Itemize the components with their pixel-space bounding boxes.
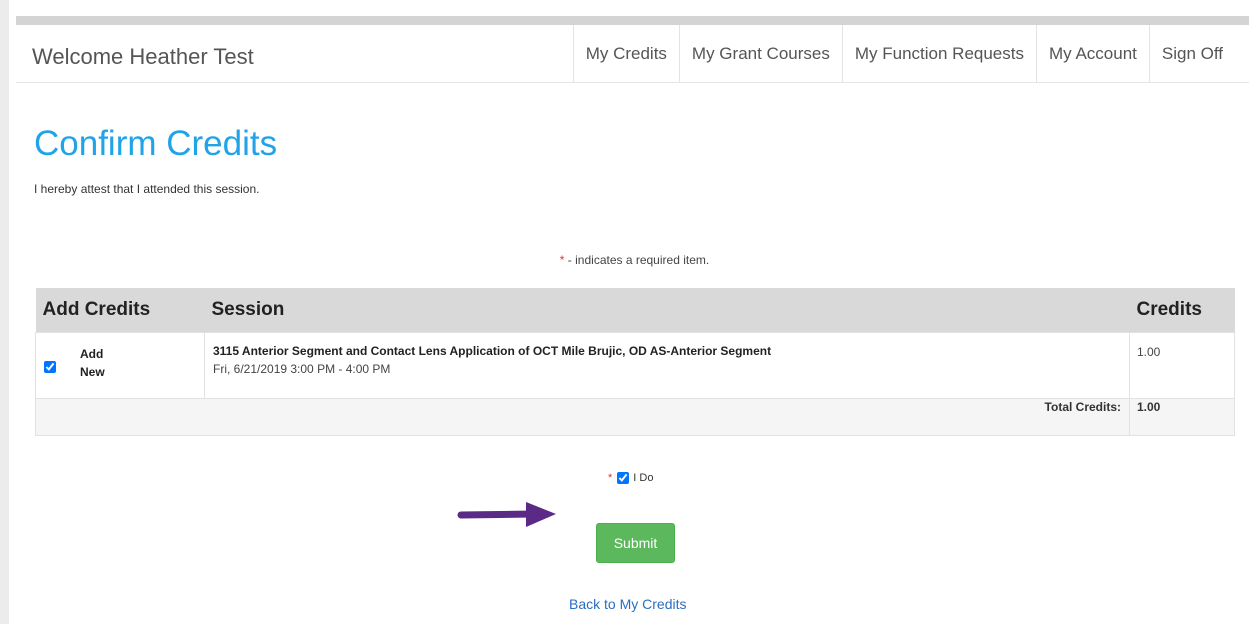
submit-button[interactable]: Submit (596, 523, 675, 563)
add-new-label: Add New (80, 345, 105, 381)
nav-my-function-requests[interactable]: My Function Requests (841, 25, 1036, 82)
top-edge-bar (16, 16, 1249, 25)
total-credits-label: Total Credits: (35, 397, 1130, 436)
left-edge-bar (0, 0, 9, 624)
required-note-text: - indicates a required item. (564, 253, 710, 267)
nav-sign-off[interactable]: Sign Off (1148, 25, 1249, 82)
session-cell: 3115 Anterior Segment and Contact Lens A… (204, 331, 1130, 399)
back-to-my-credits-link[interactable]: Back to My Credits (569, 596, 686, 612)
nav-my-account[interactable]: My Account (1036, 25, 1149, 82)
i-do-confirm: * I Do (608, 472, 653, 484)
add-label-line1: Add (80, 346, 104, 361)
add-credit-cell: Add New (35, 331, 205, 399)
table-header-row: Add Credits Session Credits (35, 288, 1235, 332)
required-note: * - indicates a required item. (0, 253, 1249, 267)
add-credit-checkbox[interactable] (44, 360, 56, 373)
nav-my-grant-courses[interactable]: My Grant Courses (678, 25, 842, 82)
header-add-credits: Add Credits (35, 288, 205, 332)
header-credits: Credits (1129, 288, 1235, 332)
nav-links: My Credits My Grant Courses My Function … (572, 25, 1249, 82)
credit-value: 1.00 (1129, 331, 1235, 399)
attest-text: I hereby attest that I attended this ses… (34, 182, 260, 196)
credits-table: Add Credits Session Credits Add New 3115… (35, 288, 1235, 436)
nav-my-credits[interactable]: My Credits (572, 25, 679, 82)
i-do-checkbox[interactable] (617, 472, 630, 484)
total-row: Total Credits: 1.00 (35, 397, 1235, 436)
session-time: Fri, 6/21/2019 3:00 PM - 4:00 PM (213, 361, 391, 376)
i-do-label: I Do (633, 472, 654, 484)
i-do-required-star: * (608, 472, 613, 484)
header-session: Session (204, 288, 1130, 332)
add-label-line2: New (80, 364, 105, 379)
top-navbar: Welcome Heather Test My Credits My Grant… (16, 25, 1249, 83)
session-title: 3115 Anterior Segment and Contact Lens A… (213, 343, 772, 358)
welcome-text: Welcome Heather Test (32, 44, 254, 69)
table-row: Add New 3115 Anterior Segment and Contac… (35, 331, 1235, 399)
total-credits-value: 1.00 (1129, 397, 1235, 436)
page-title: Confirm Credits (34, 124, 278, 163)
purple-arrow-icon (457, 502, 556, 527)
